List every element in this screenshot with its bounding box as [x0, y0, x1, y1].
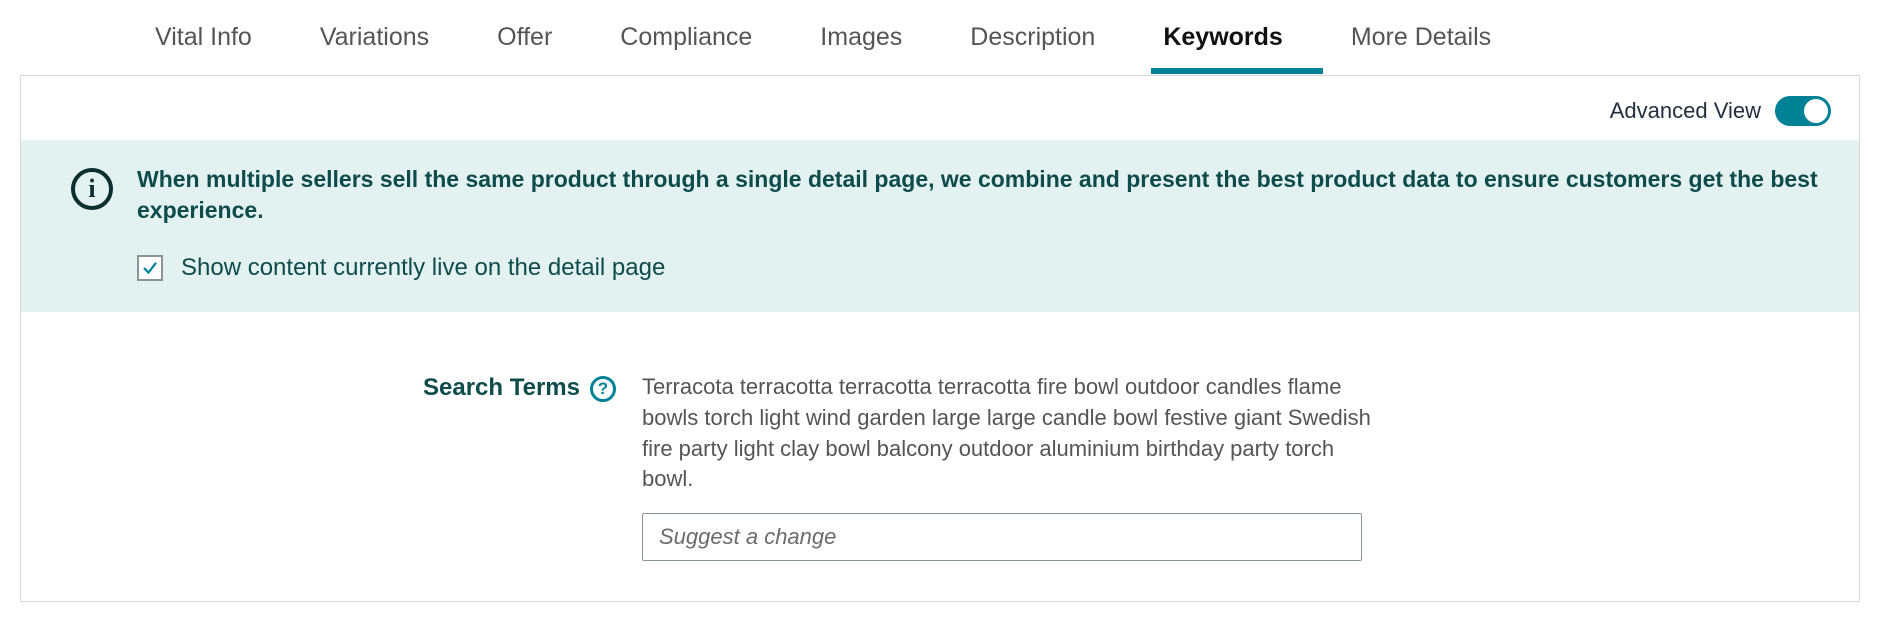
- panel-toolbar: Advanced View: [21, 76, 1859, 140]
- tab-keywords[interactable]: Keywords: [1163, 3, 1282, 72]
- tab-description[interactable]: Description: [970, 3, 1095, 72]
- tab-panel: Advanced View i When multiple sellers se…: [20, 75, 1860, 602]
- info-icon: i: [71, 168, 113, 210]
- tab-more-details[interactable]: More Details: [1351, 3, 1491, 72]
- info-banner-message: When multiple sellers sell the same prod…: [137, 164, 1829, 226]
- tab-images[interactable]: Images: [820, 3, 902, 72]
- check-icon: [141, 259, 159, 277]
- tab-bar: Vital Info Variations Offer Compliance I…: [0, 0, 1880, 75]
- show-live-content-checkbox[interactable]: [137, 255, 163, 281]
- advanced-view-toggle[interactable]: [1775, 96, 1831, 126]
- search-terms-value: Terracota terracotta terracotta terracot…: [642, 372, 1382, 495]
- show-live-content-label: Show content currently live on the detai…: [181, 254, 665, 282]
- search-terms-label: Search Terms: [423, 374, 580, 402]
- tab-compliance[interactable]: Compliance: [620, 3, 752, 72]
- help-icon[interactable]: ?: [590, 376, 616, 402]
- info-banner: i When multiple sellers sell the same pr…: [21, 140, 1859, 312]
- tab-variations[interactable]: Variations: [320, 3, 429, 72]
- advanced-view-label: Advanced View: [1610, 98, 1761, 124]
- tab-offer[interactable]: Offer: [497, 3, 552, 72]
- form-area: Search Terms ? Terracota terracotta terr…: [21, 312, 1859, 601]
- search-terms-input[interactable]: [642, 513, 1362, 561]
- tab-vital-info[interactable]: Vital Info: [155, 3, 252, 72]
